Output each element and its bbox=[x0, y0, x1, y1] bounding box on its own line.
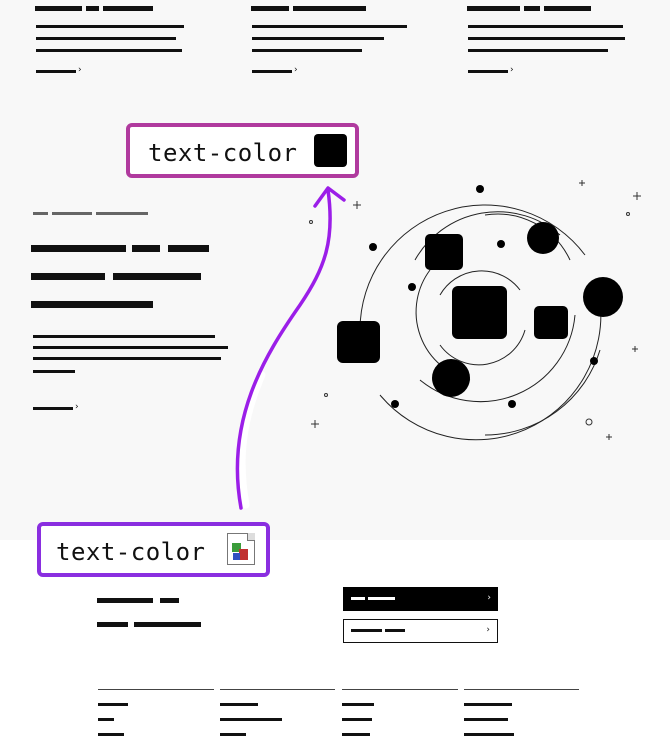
hero-heading bbox=[31, 273, 105, 280]
orbit-square bbox=[534, 306, 568, 339]
hero-body bbox=[33, 335, 215, 338]
footer-link[interactable] bbox=[464, 718, 508, 721]
card-1-link[interactable] bbox=[36, 70, 76, 73]
chevron-right-icon: › bbox=[510, 65, 514, 75]
hero-body bbox=[33, 346, 228, 349]
card-1-title bbox=[35, 6, 82, 11]
cta-heading bbox=[160, 598, 179, 603]
footer-divider bbox=[342, 689, 458, 690]
cta-heading bbox=[134, 622, 201, 627]
footer-link[interactable] bbox=[220, 733, 246, 736]
curved-arrow bbox=[235, 186, 346, 510]
chevron-right-icon: › bbox=[487, 593, 491, 603]
text-color-annotation-bottom: text-color bbox=[37, 522, 270, 577]
center-square bbox=[452, 286, 507, 339]
chevron-right-icon: › bbox=[78, 65, 82, 75]
hero-heading bbox=[113, 273, 201, 280]
text-color-annotation-top: text-color bbox=[126, 123, 359, 178]
chevron-right-icon: › bbox=[75, 402, 79, 412]
hero-heading bbox=[168, 245, 209, 252]
eyebrow bbox=[52, 212, 92, 215]
footer-link[interactable] bbox=[98, 703, 128, 706]
hero-link[interactable] bbox=[33, 407, 73, 410]
card-3-link[interactable] bbox=[468, 70, 508, 73]
card-3-text bbox=[468, 37, 625, 40]
footer-link[interactable] bbox=[342, 733, 370, 736]
primary-button-label bbox=[368, 597, 395, 600]
card-2-text bbox=[252, 25, 407, 28]
primary-button[interactable]: › bbox=[343, 587, 498, 611]
footer-link[interactable] bbox=[220, 718, 282, 721]
hero-heading bbox=[132, 245, 160, 252]
eyebrow bbox=[33, 212, 48, 215]
footer-link[interactable] bbox=[342, 703, 374, 706]
card-2-text bbox=[252, 49, 362, 52]
secondary-button-label bbox=[351, 629, 382, 632]
secondary-button-label bbox=[385, 629, 405, 632]
chevron-right-icon: › bbox=[294, 65, 298, 75]
footer-link[interactable] bbox=[220, 703, 258, 706]
annotation-label: text-color bbox=[56, 538, 206, 566]
broken-image-icon bbox=[227, 533, 255, 565]
orbit-circle bbox=[583, 277, 623, 317]
hero-heading bbox=[31, 245, 126, 252]
eyebrow bbox=[96, 212, 148, 215]
footer-link[interactable] bbox=[98, 733, 124, 736]
chevron-right-icon: › bbox=[486, 625, 490, 635]
cta-heading bbox=[97, 622, 128, 627]
card-2-title bbox=[251, 6, 289, 11]
footer-divider bbox=[220, 689, 335, 690]
card-1-text bbox=[36, 25, 184, 28]
footer-link[interactable] bbox=[342, 718, 372, 721]
cta-heading bbox=[97, 598, 153, 603]
card-3-title bbox=[467, 6, 520, 11]
primary-button-label bbox=[351, 597, 365, 600]
card-2-link[interactable] bbox=[252, 70, 292, 73]
card-1-text bbox=[36, 49, 182, 52]
card-2-title bbox=[293, 6, 366, 11]
footer-link[interactable] bbox=[464, 733, 514, 736]
hero-body bbox=[33, 370, 75, 373]
card-3-title bbox=[524, 6, 540, 11]
orbit-circle bbox=[527, 222, 559, 254]
card-3-text bbox=[468, 25, 623, 28]
card-1-title bbox=[86, 6, 99, 11]
hero-body bbox=[33, 357, 221, 360]
card-3-title bbox=[544, 6, 591, 11]
footer-divider bbox=[98, 689, 214, 690]
footer-link[interactable] bbox=[464, 703, 512, 706]
card-1-text bbox=[36, 37, 176, 40]
color-swatch-icon bbox=[314, 134, 347, 167]
orbit-circle bbox=[432, 359, 470, 397]
card-2-text bbox=[252, 37, 384, 40]
footer-link[interactable] bbox=[98, 718, 114, 721]
card-3-text bbox=[468, 49, 608, 52]
footer-divider bbox=[464, 689, 579, 690]
orbit-square bbox=[425, 234, 463, 270]
annotation-label: text-color bbox=[148, 139, 298, 167]
hero-heading bbox=[31, 301, 153, 308]
secondary-button[interactable]: › bbox=[343, 619, 498, 643]
card-1-title bbox=[103, 6, 153, 11]
